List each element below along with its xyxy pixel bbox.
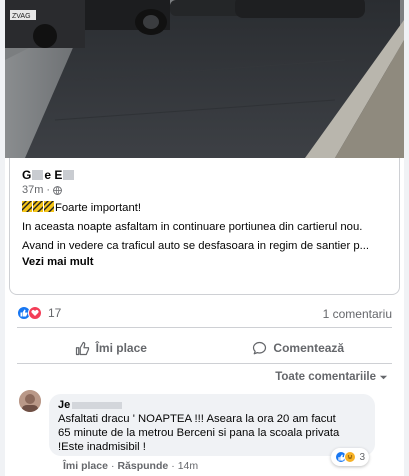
reaction-count[interactable]: 17 [48, 306, 61, 320]
comment-time[interactable]: 14m [178, 460, 198, 472]
comment-reaction-summary[interactable]: 3 [331, 448, 369, 466]
divider [17, 327, 392, 328]
thumbs-up-icon [75, 341, 89, 355]
divider [17, 363, 392, 364]
road-paving-image: ZVAG [5, 0, 404, 158]
construction-sign-icon [44, 201, 54, 212]
comment-bubble: Je Asfaltati dracu ' NOAPTEA !!! Aseara … [49, 394, 375, 466]
construction-sign-icon [33, 201, 43, 212]
shared-post[interactable]: Ge E 37m · Foarte important! In aceasta … [9, 158, 400, 295]
post-card: ZVAG Ge E 37m · Foarte important! In ace… [5, 0, 404, 476]
comment-bubble-icon [253, 341, 267, 354]
post-headline: Foarte important! [55, 202, 142, 214]
comment-like-button[interactable]: Îmi place [63, 460, 108, 472]
post-time[interactable]: 37m [22, 184, 43, 196]
comment-actions: Îmi place · Răspunde · 14m [63, 460, 199, 472]
comment-reaction-count: 3 [359, 451, 365, 463]
post-meta: 37m · [22, 184, 62, 196]
caret-down-icon [379, 375, 388, 379]
see-more-link[interactable]: Vezi mai mult [22, 256, 94, 268]
commenter-name[interactable]: Je [58, 399, 366, 411]
post-paragraph-2: Avand in vedere ca traficul auto se desf… [22, 240, 370, 252]
comments-sort-label: Toate comentariile [275, 371, 376, 383]
comment-reply-button[interactable]: Răspunde [117, 460, 168, 472]
comments-count[interactable]: 1 comentariu [323, 307, 392, 321]
reaction-summary[interactable]: 17 [17, 306, 61, 320]
censor-block [63, 170, 75, 180]
comment-button[interactable]: Comentează [205, 334, 393, 362]
haha-reaction-icon [344, 451, 357, 463]
comment-text: Asfaltati dracu ' NOAPTEA !!! Aseara la … [58, 413, 340, 453]
censor-block [72, 401, 123, 409]
like-button-label: Îmi place [95, 341, 147, 355]
construction-sign-icon [22, 201, 32, 212]
like-button[interactable]: Îmi place [17, 334, 205, 362]
censor-block [32, 170, 44, 180]
post-body: Foarte important! In aceasta noapte asfa… [22, 200, 390, 273]
license-plate-text: ZVAG [12, 13, 31, 20]
commenter-avatar[interactable] [19, 390, 41, 412]
love-reaction-icon [28, 306, 42, 320]
post-author-name[interactable]: Ge E [22, 168, 75, 182]
comment-button-label: Comentează [273, 341, 345, 355]
post-actions: Îmi place Comentează [17, 334, 392, 362]
globe-icon [53, 185, 62, 195]
post-paragraph-1: In aceasta noapte asfaltam in continuare… [22, 221, 363, 233]
post-photo[interactable]: ZVAG [5, 0, 404, 158]
comments-sort-dropdown[interactable]: Toate comentariile [275, 371, 388, 383]
